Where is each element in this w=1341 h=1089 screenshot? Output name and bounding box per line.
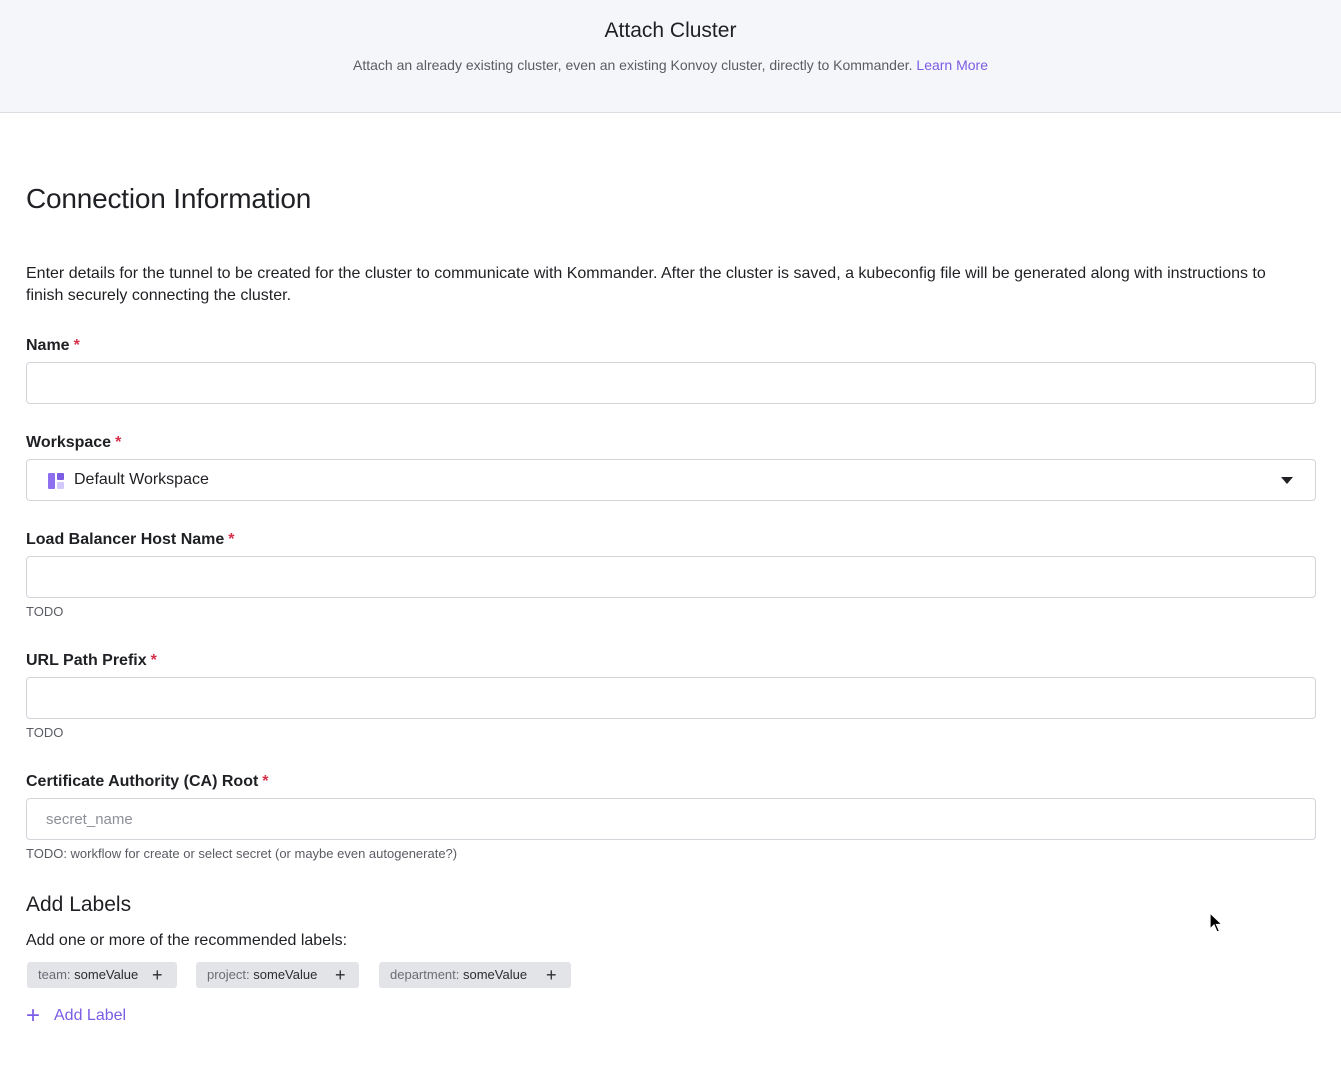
plus-icon: + xyxy=(335,965,346,985)
chevron-down-icon xyxy=(1281,477,1293,484)
mouse-cursor-icon xyxy=(1209,912,1223,933)
name-label-text: Name xyxy=(26,337,70,354)
chip-key: team: xyxy=(38,967,71,982)
ca-root-helper: TODO: workflow for create or select secr… xyxy=(26,846,458,861)
load-balancer-helper: TODO xyxy=(26,604,64,619)
chip-value: someValue xyxy=(463,967,528,982)
load-balancer-label: Load Balancer Host Name * xyxy=(26,531,235,549)
page-subtitle-text: Attach an already existing cluster, even… xyxy=(353,57,913,73)
url-path-prefix-input[interactable] xyxy=(26,677,1316,719)
chip-key: department: xyxy=(390,967,460,982)
name-input[interactable] xyxy=(26,362,1316,404)
load-balancer-host-input[interactable] xyxy=(26,556,1316,598)
learn-more-link[interactable]: Learn More xyxy=(916,57,988,73)
section-description: Enter details for the tunnel to be creat… xyxy=(26,265,1266,304)
workspace-select[interactable]: Default Workspace xyxy=(26,459,1316,501)
add-labels-description: Add one or more of the recommended label… xyxy=(26,932,348,949)
required-marker: * xyxy=(262,773,269,790)
page-subtitle: Attach an already existing cluster, even… xyxy=(0,57,1341,73)
label-chip-department[interactable]: department: someValue + xyxy=(379,962,571,988)
ca-root-input[interactable] xyxy=(26,798,1316,840)
required-marker: * xyxy=(73,337,80,354)
url-prefix-label: URL Path Prefix * xyxy=(26,652,157,670)
add-labels-heading: Add Labels xyxy=(26,893,132,916)
name-label: Name * xyxy=(26,337,80,355)
page-title: Attach Cluster xyxy=(604,19,737,42)
url-prefix-helper: TODO xyxy=(26,725,64,740)
load-balancer-label-text: Load Balancer Host Name xyxy=(26,531,225,548)
chip-value: someValue xyxy=(253,967,318,982)
ca-root-label: Certificate Authority (CA) Root * xyxy=(26,773,269,791)
workspace-label: Workspace * xyxy=(26,434,121,452)
label-chip-team[interactable]: team: someValue + xyxy=(27,962,177,988)
ca-root-label-text: Certificate Authority (CA) Root xyxy=(26,773,259,790)
page-header: Attach Cluster Attach an already existin… xyxy=(0,0,1341,113)
plus-icon: + xyxy=(26,1002,41,1029)
section-title: Connection Information xyxy=(26,183,312,214)
required-marker: * xyxy=(115,434,122,451)
required-marker: * xyxy=(150,652,157,669)
workspace-label-text: Workspace xyxy=(26,434,112,451)
label-chip-project[interactable]: project: someValue + xyxy=(196,962,359,988)
workspace-selected-value: Default Workspace xyxy=(74,471,209,488)
chip-value: someValue xyxy=(74,967,139,982)
add-label-text: Add Label xyxy=(54,1007,127,1024)
workspace-icon xyxy=(48,473,64,489)
url-prefix-label-text: URL Path Prefix xyxy=(26,652,147,669)
chip-key: project: xyxy=(207,967,250,982)
required-marker: * xyxy=(228,531,235,548)
plus-icon: + xyxy=(546,965,557,985)
plus-icon: + xyxy=(152,965,163,985)
